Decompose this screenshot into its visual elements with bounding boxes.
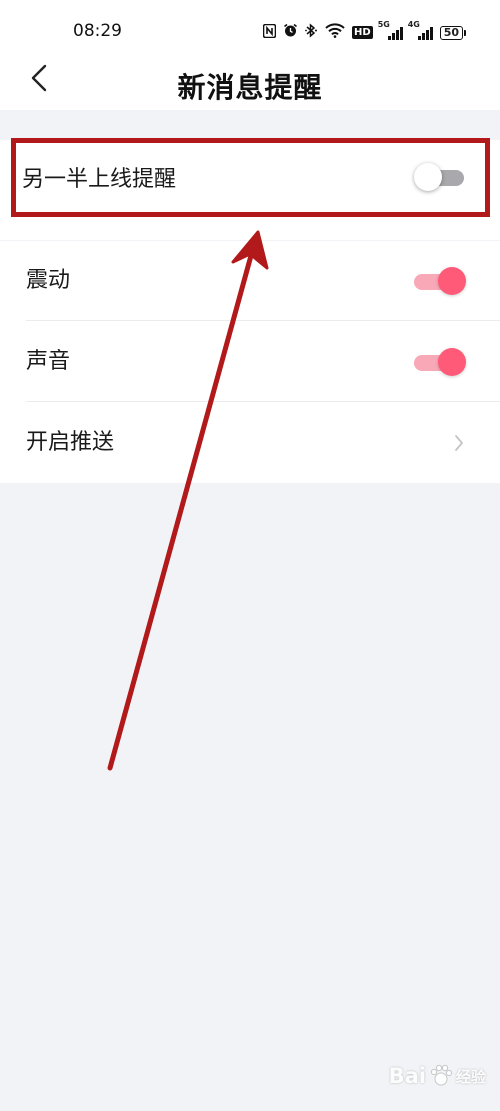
header: 新消息提醒 [0, 56, 500, 110]
battery-icon: 50 [439, 25, 466, 40]
watermark-brand: Bai [388, 1064, 426, 1088]
status-icons: HD 5G 4G 50 [262, 20, 466, 42]
setting-label-partner-online: 另一半上线提醒 [22, 167, 177, 192]
sim2-network-label: 4G [407, 19, 420, 29]
settings-group-notifications: 震动 声音 开启推送 [0, 241, 500, 483]
battery-level: 50 [439, 25, 463, 40]
setting-label-sound: 声音 [26, 349, 71, 374]
toggle-knob [438, 348, 466, 376]
nfc-icon [262, 23, 277, 42]
setting-row-vibration[interactable]: 震动 [0, 241, 500, 321]
paw-logo-icon [430, 1064, 453, 1086]
row-divider [26, 320, 500, 321]
setting-label-push: 开启推送 [26, 430, 115, 455]
sound-toggle[interactable] [414, 347, 466, 377]
vibration-toggle[interactable] [414, 266, 466, 296]
chevron-right-icon [455, 435, 463, 451]
settings-group-partner: 另一半上线提醒 [0, 140, 500, 240]
watermark: Bai 经验 [389, 1063, 486, 1089]
partner-online-toggle[interactable] [414, 162, 466, 192]
alarm-icon [283, 23, 298, 42]
signal-4g-icon: 4G [408, 20, 433, 40]
status-time: 08:29 [73, 21, 122, 41]
hd-icon: HD [352, 26, 373, 39]
bluetooth-icon [305, 23, 318, 42]
setting-row-push[interactable]: 开启推送 [0, 403, 500, 483]
sim1-network-label: 5G [377, 19, 390, 29]
setting-row-sound[interactable]: 声音 [0, 322, 500, 402]
toggle-knob [438, 267, 466, 295]
status-bar: 08:29 HD 5G 4G 50 [0, 0, 500, 56]
toggle-knob [414, 163, 442, 191]
screen: 08:29 HD 5G 4G 50 新消息提醒 另一半上线提醒 震动 声音 开启… [0, 0, 500, 1111]
wifi-icon [325, 23, 345, 42]
row-divider [26, 401, 500, 402]
page-title: 新消息提醒 [177, 71, 323, 104]
signal-5g-icon: 5G [378, 20, 403, 40]
setting-row-partner-online[interactable]: 另一半上线提醒 [0, 140, 500, 220]
watermark-suffix: 经验 [455, 1067, 486, 1086]
setting-label-vibration: 震动 [26, 268, 71, 293]
